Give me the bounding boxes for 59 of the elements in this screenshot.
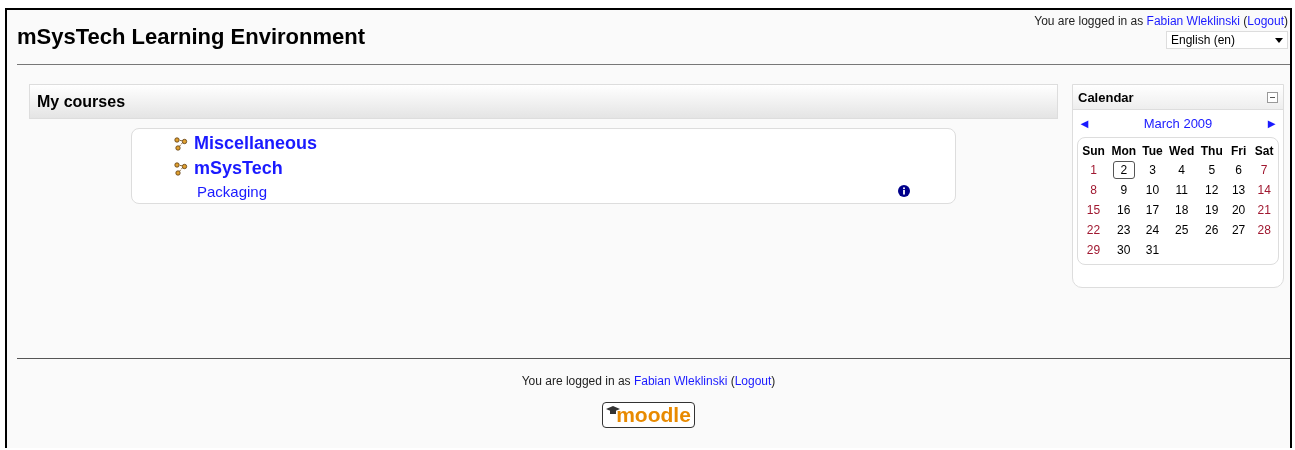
calendar-day[interactable]: 3	[1142, 162, 1163, 178]
calendar-day[interactable]: 20	[1228, 202, 1249, 218]
calendar-day[interactable]: 22	[1083, 222, 1104, 238]
logout-link[interactable]: Logout	[1247, 14, 1284, 28]
calendar-day[interactable]: 23	[1113, 222, 1134, 238]
calendar-day[interactable]: 16	[1113, 202, 1134, 218]
calendar-day[interactable]: 27	[1228, 222, 1249, 238]
calendar-day[interactable]: 29	[1083, 242, 1104, 258]
calendar-day[interactable]: 25	[1171, 222, 1192, 238]
calendar-day[interactable]: 6	[1228, 162, 1249, 178]
category-link[interactable]: Miscellaneous	[194, 133, 318, 154]
calendar-day[interactable]: 18	[1171, 202, 1192, 218]
collapse-icon[interactable]	[1267, 91, 1278, 103]
calendar-day[interactable]: 12	[1201, 182, 1222, 198]
weekday-label: Sat	[1253, 143, 1275, 160]
course-link[interactable]: Packaging	[197, 182, 268, 200]
previous-month-link[interactable]: ◄	[1078, 116, 1091, 131]
calendar-day[interactable]: 8	[1083, 182, 1104, 198]
calendar-day[interactable]: 21	[1254, 202, 1275, 218]
login-info: You are logged in as Fabian Wleklinski (Logout)	[1034, 14, 1288, 28]
calendar-day[interactable]: 19	[1201, 202, 1222, 218]
calendar-day[interactable]: 5	[1201, 162, 1222, 178]
weekday-label: Thu	[1199, 143, 1224, 160]
calendar-day[interactable]: 4	[1171, 162, 1192, 178]
calendar-day[interactable]: 13	[1228, 182, 1249, 198]
calendar-day[interactable]: 17	[1142, 202, 1163, 218]
user-link[interactable]: Fabian Wleklinski	[633, 374, 728, 388]
weekday-label: Wed	[1168, 143, 1196, 160]
user-link[interactable]: Fabian Wleklinski	[1146, 14, 1240, 28]
info-icon[interactable]	[898, 185, 910, 197]
calendar-day[interactable]: 9	[1113, 182, 1134, 198]
calendar-day[interactable]: 14	[1254, 182, 1275, 198]
month-link[interactable]: March 2009	[1143, 116, 1213, 131]
calendar-day[interactable]: 31	[1142, 242, 1163, 258]
calendar-day[interactable]: 10	[1142, 182, 1163, 198]
weekday-label: Mon	[1110, 143, 1138, 160]
dropdown-arrow-icon	[1275, 37, 1283, 43]
calendar-day[interactable]: 28	[1254, 222, 1275, 238]
weekday-label: Sun	[1081, 143, 1106, 160]
category-icon	[174, 161, 188, 176]
calendar-day[interactable]: 1	[1083, 162, 1104, 178]
calendar-day[interactable]: 30	[1113, 242, 1134, 258]
weekday-label: Tue	[1141, 143, 1164, 160]
block-title: Calendar	[1078, 89, 1134, 105]
site-title: mSysTech Learning Environment	[17, 24, 365, 51]
calendar-day[interactable]: 11	[1171, 182, 1192, 198]
calendar-day[interactable]: 26	[1201, 222, 1222, 238]
calendar-day[interactable]: 24	[1142, 222, 1163, 238]
section-title: My courses	[37, 92, 126, 111]
next-month-link[interactable]: ►	[1265, 116, 1278, 131]
weekday-label: Fri	[1229, 143, 1248, 160]
login-info: You are logged in as Fabian Wleklinski (Logout)	[521, 374, 776, 388]
calendar-day[interactable]: 7	[1254, 162, 1275, 178]
calendar-day[interactable]: 2	[1112, 161, 1135, 179]
category-link[interactable]: mSysTech	[194, 158, 283, 179]
language-select[interactable]: English (en)	[1166, 31, 1288, 49]
category-icon	[174, 136, 188, 151]
logout-link[interactable]: Logout	[734, 374, 772, 388]
calendar-day[interactable]: 15	[1083, 202, 1104, 218]
